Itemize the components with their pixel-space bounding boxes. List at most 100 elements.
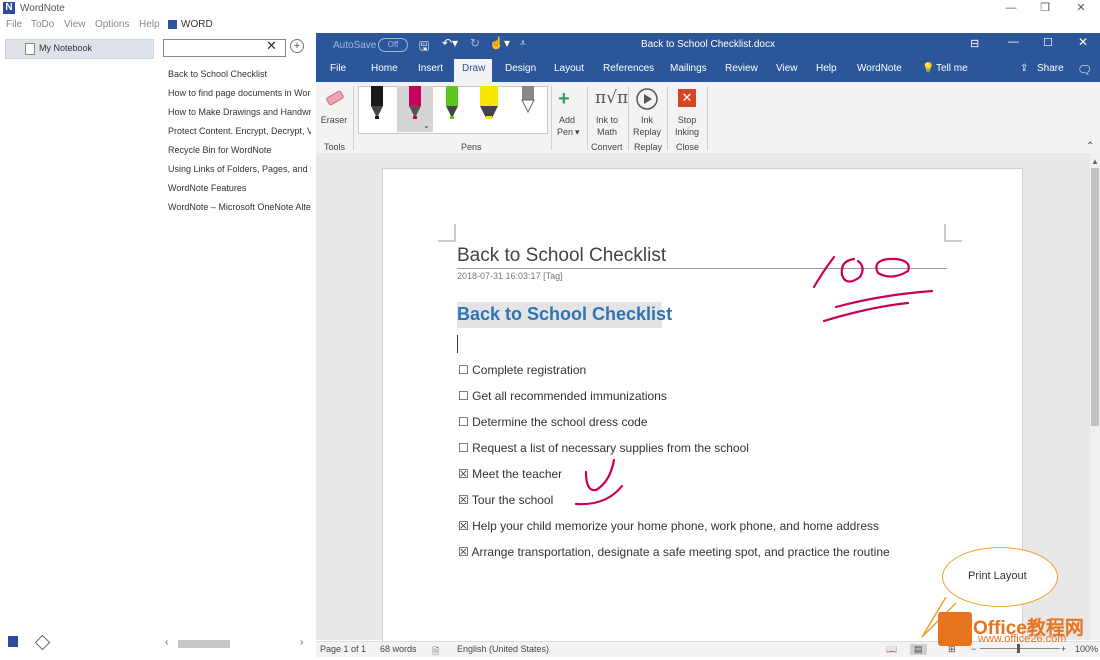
tab-design[interactable]: Design <box>505 63 536 74</box>
customize-toolbar-icon[interactable]: ⩡ <box>520 38 526 49</box>
close-button[interactable]: ✕ <box>1066 0 1096 17</box>
magenta-pen-icon[interactable]: ⌄ <box>409 86 430 130</box>
green-pen-icon[interactable] <box>446 86 458 119</box>
share-button[interactable]: Share <box>1037 63 1064 74</box>
ink-checkmark-drawing[interactable] <box>572 454 632 514</box>
page-list-item[interactable]: WordNote Features <box>168 183 311 193</box>
ink-replay-label-2[interactable]: Replay <box>630 127 664 137</box>
menu-options[interactable]: Options <box>95 19 129 30</box>
checklist-item[interactable]: ☒ Meet the teacher <box>458 467 562 481</box>
stop-inking-label-1[interactable]: Stop <box>670 115 704 125</box>
tab-references[interactable]: References <box>603 63 654 74</box>
note-tag[interactable]: [Tag] <box>543 271 563 281</box>
checklist-item[interactable]: ☒ Tour the school <box>458 493 553 507</box>
page-list-item[interactable]: Protect Content. Encrypt, Decrypt, View <box>168 126 311 136</box>
tab-view[interactable]: View <box>776 63 798 74</box>
zoom-slider[interactable] <box>980 648 1060 649</box>
tell-me-box[interactable]: Tell me <box>936 63 968 74</box>
unchecked-box-icon[interactable]: ☐ <box>458 363 469 377</box>
menu-file[interactable]: File <box>6 19 22 30</box>
checklist-item[interactable]: ☒ Arrange transportation, designate a sa… <box>458 545 890 559</box>
note-title[interactable]: Back to School Checklist <box>457 245 666 267</box>
eraser-label[interactable]: Eraser <box>319 115 349 125</box>
checked-box-icon[interactable]: ☒ <box>458 545 469 559</box>
page-count[interactable]: Page 1 of 1 <box>320 644 366 654</box>
autosave-toggle[interactable]: Off <box>378 38 408 52</box>
page-list-item[interactable]: WordNote – Microsoft OneNote Alternative <box>168 202 311 212</box>
redo-icon[interactable]: ↻ <box>470 36 480 50</box>
tab-insert[interactable]: Insert <box>418 63 443 74</box>
collapse-ribbon-icon[interactable]: ⌃ <box>1086 141 1094 152</box>
tab-mailings[interactable]: Mailings <box>670 63 707 74</box>
zoom-out-icon[interactable]: − <box>971 644 976 654</box>
read-mode-icon[interactable]: 📖 <box>886 644 897 655</box>
vertical-scroll-thumb[interactable] <box>1091 168 1099 426</box>
checklist-item[interactable]: ☐ Request a list of necessary supplies f… <box>458 441 749 455</box>
horizontal-scrollbar[interactable] <box>178 640 230 648</box>
checked-box-icon[interactable]: ☒ <box>458 467 469 481</box>
checklist-item[interactable]: ☒ Help your child memorize your home pho… <box>458 519 879 533</box>
add-pen-icon[interactable]: + <box>558 88 570 111</box>
menu-view[interactable]: View <box>64 19 86 30</box>
restore-button[interactable]: ❐ <box>1030 0 1060 17</box>
word-maximize-button[interactable]: ☐ <box>1043 36 1053 49</box>
tab-wordnote[interactable]: WordNote <box>857 63 902 74</box>
word-count[interactable]: 68 words <box>380 644 417 654</box>
page-list-item[interactable]: Back to School Checklist <box>168 69 311 79</box>
ink-to-math-icon[interactable]: π√π <box>595 88 628 108</box>
menu-help[interactable]: Help <box>139 19 160 30</box>
ink-to-math-label-2[interactable]: Math <box>590 127 624 137</box>
ink-replay-icon[interactable] <box>635 87 659 111</box>
page-list-item[interactable]: Using Links of Folders, Pages, and Parag… <box>168 164 311 174</box>
checklist-item[interactable]: ☐ Get all recommended immunizations <box>458 389 667 403</box>
ink-to-math-label-1[interactable]: Ink to <box>590 115 624 125</box>
share-icon[interactable]: ⇪ <box>1020 63 1028 74</box>
eraser-icon[interactable] <box>325 88 345 108</box>
touch-mode-icon[interactable]: ☝▾ <box>489 36 510 50</box>
zoom-slider-thumb[interactable] <box>1017 644 1020 653</box>
page-list-item[interactable]: How to find page documents in WordNote <box>168 88 311 98</box>
ribbon-display-icon[interactable]: ⊟ <box>970 37 979 50</box>
ink-replay-label-1[interactable]: Ink <box>630 115 664 125</box>
page-list-item[interactable]: How to Make Drawings and Handwriting <box>168 107 311 117</box>
tab-review[interactable]: Review <box>725 63 758 74</box>
add-pen-label-1[interactable]: Add <box>553 115 581 125</box>
tab-draw[interactable]: Draw <box>462 63 485 74</box>
checked-box-icon[interactable]: ☒ <box>458 519 469 533</box>
clear-search-icon[interactable]: ✕ <box>266 38 277 54</box>
scroll-left-icon[interactable]: ‹ <box>165 637 168 648</box>
zoom-in-icon[interactable]: + <box>1061 644 1066 654</box>
unchecked-box-icon[interactable]: ☐ <box>458 441 469 455</box>
zoom-level[interactable]: 100% <box>1075 644 1098 654</box>
document-heading[interactable]: Back to School Checklist <box>457 304 672 325</box>
ink-100-drawing[interactable] <box>800 245 950 330</box>
scroll-up-icon[interactable]: ▲ <box>1091 157 1099 166</box>
undo-icon[interactable]: ↶▾ <box>442 36 458 50</box>
scroll-right-icon[interactable]: › <box>300 637 303 648</box>
gray-pencil-icon[interactable] <box>521 86 535 114</box>
menu-todo[interactable]: ToDo <box>31 19 54 30</box>
tab-help[interactable]: Help <box>816 63 837 74</box>
stop-inking-label-2[interactable]: Inking <box>670 127 704 137</box>
stop-inking-icon[interactable]: ✕ <box>678 89 696 107</box>
yellow-highlighter-icon[interactable] <box>480 86 498 119</box>
add-pen-dropdown-icon[interactable]: ▾ <box>575 127 580 138</box>
tab-layout[interactable]: Layout <box>554 63 584 74</box>
word-minimize-button[interactable]: — <box>1008 36 1019 48</box>
checklist-item[interactable]: ☐ Determine the school dress code <box>458 415 648 429</box>
proofing-icon[interactable]: 🗎 <box>432 644 439 660</box>
tab-file[interactable]: File <box>330 63 346 74</box>
notebook-footer-icon[interactable] <box>8 636 18 647</box>
lightbulb-icon[interactable]: 💡 <box>922 63 934 74</box>
language-status[interactable]: English (United States) <box>457 644 549 654</box>
print-layout-icon[interactable]: ▤ <box>910 644 927 655</box>
save-icon[interactable]: 🖫 <box>419 37 429 58</box>
tab-home[interactable]: Home <box>371 63 398 74</box>
comments-icon[interactable]: 🗨 <box>1077 63 1092 77</box>
checklist-item[interactable]: ☐ Complete registration <box>458 363 586 377</box>
word-tab-label[interactable]: WORD <box>181 19 213 30</box>
unchecked-box-icon[interactable]: ☐ <box>458 389 469 403</box>
unchecked-box-icon[interactable]: ☐ <box>458 415 469 429</box>
black-pen-icon[interactable] <box>371 86 383 119</box>
add-page-icon[interactable]: + <box>290 39 304 53</box>
